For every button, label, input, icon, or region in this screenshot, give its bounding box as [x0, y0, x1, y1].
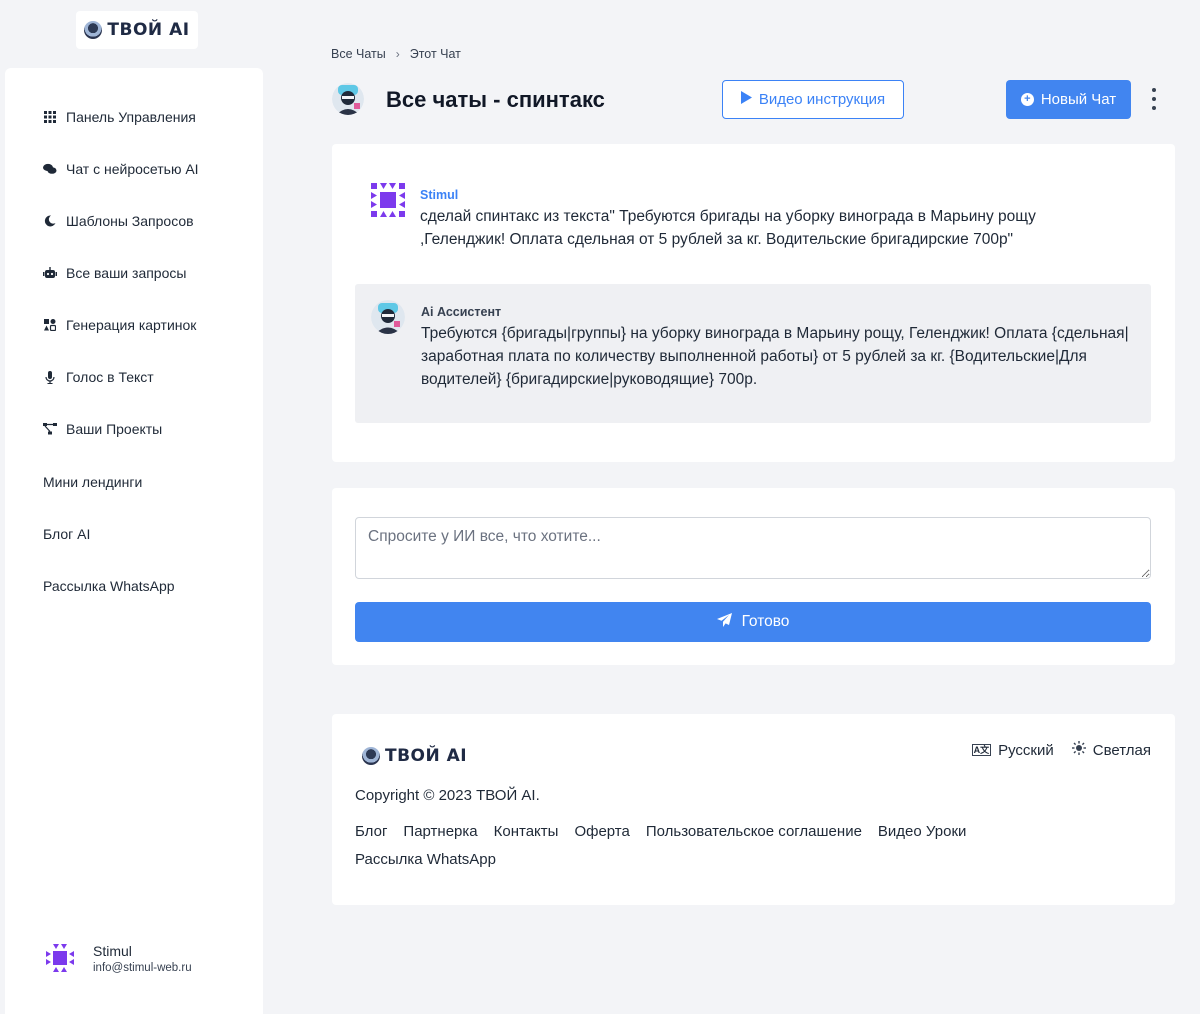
submit-button[interactable]: Готово — [355, 602, 1151, 642]
robot-icon — [43, 266, 57, 280]
language-icon: A文 — [971, 744, 992, 756]
sidebar-item-label: Чат с нейросетью AI — [66, 161, 199, 177]
footer-links: Блог Партнерка Контакты Оферта Пользоват… — [355, 823, 1055, 868]
avatar — [43, 941, 77, 975]
page-title: Все чаты - спинтакс — [386, 87, 605, 112]
sun-icon — [1071, 741, 1086, 759]
project-diagram-icon — [43, 422, 57, 436]
sidebar-item-templates[interactable]: Шаблоны Запросов — [43, 213, 194, 229]
breadcrumb-parent[interactable]: Все Чаты — [331, 47, 386, 61]
footer: ТВОЙ AI A文 Русский Светлая Copyright © 2… — [332, 714, 1175, 905]
sidebar-item-label: Панель Управления — [66, 109, 196, 125]
brand-logo[interactable]: ТВОЙ AI — [76, 11, 198, 49]
moon-icon — [43, 214, 57, 228]
sidebar-item-blog[interactable]: Блог AI — [43, 526, 90, 542]
video-instruction-button[interactable]: Видео инструкция — [722, 80, 904, 119]
play-icon — [740, 91, 752, 108]
sidebar-item-voice-to-text[interactable]: Голос в Текст — [43, 369, 154, 385]
new-chat-button[interactable]: + Новый Чат — [1006, 80, 1131, 119]
sidebar-item-image-generation[interactable]: Генерация картинок — [43, 317, 196, 333]
footer-link-blog[interactable]: Блог — [355, 823, 387, 840]
footer-logo[interactable]: ТВОЙ AI — [362, 746, 467, 766]
language-label: Русский — [998, 741, 1054, 759]
chevron-right-icon: › — [395, 47, 400, 61]
plus-circle-icon: + — [1020, 93, 1034, 106]
sidebar-item-dashboard[interactable]: Панель Управления — [43, 109, 196, 125]
footer-settings: A文 Русский Светлая — [971, 741, 1151, 759]
message-author: Stimul — [420, 188, 459, 202]
logo-text: ТВОЙ AI — [107, 20, 190, 40]
sidebar-item-projects[interactable]: Ваши Проекты — [43, 421, 162, 437]
user-name: Stimul — [93, 942, 132, 959]
prompt-input[interactable] — [355, 517, 1151, 579]
message-text: Требуются {бригады|группы} на уборку вин… — [421, 325, 1129, 388]
footer-link-whatsapp[interactable]: Рассылка WhatsApp — [355, 851, 496, 868]
microphone-icon — [43, 370, 57, 384]
footer-link-offer[interactable]: Оферта — [574, 823, 629, 840]
sidebar-item-label: Блог AI — [43, 526, 91, 542]
shapes-icon — [43, 318, 57, 332]
sidebar-item-label: Все ваши запросы — [66, 265, 187, 281]
user-email: info@stimul-web.ru — [93, 961, 192, 974]
theme-toggle[interactable]: Светлая — [1071, 741, 1151, 759]
new-chat-label: Новый Чат — [1040, 91, 1117, 108]
sidebar: Панель Управления Чат с нейросетью AI Ша… — [5, 68, 263, 1014]
footer-link-user-agreement[interactable]: Пользовательское соглашение — [646, 823, 862, 840]
logo-text: ТВОЙ AI — [385, 746, 468, 766]
sidebar-item-label: Генерация картинок — [66, 317, 197, 333]
breadcrumb: Все Чаты › Этот Чат — [331, 47, 461, 61]
ai-avatar — [371, 300, 405, 334]
logo-mark-icon — [84, 21, 103, 39]
footer-link-video-lessons[interactable]: Видео Уроки — [878, 823, 966, 840]
message-text: сделай спинтакс из текста" Требуются бри… — [420, 208, 1036, 248]
user-message-avatar — [370, 182, 406, 218]
chat-avatar — [332, 83, 364, 115]
theme-label: Светлая — [1092, 741, 1151, 759]
logo-mark-icon — [362, 747, 380, 765]
copyright: Copyright © 2023 ТВОЙ AI. — [355, 787, 540, 804]
footer-link-contacts[interactable]: Контакты — [494, 823, 559, 840]
message-user: Stimul сделай спинтакс из текста" Требую… — [370, 182, 1100, 251]
chat-messages: Stimul сделай спинтакс из текста" Требую… — [332, 144, 1175, 462]
sidebar-item-mini-landings[interactable]: Мини лендинги — [43, 474, 142, 490]
sidebar-item-whatsapp[interactable]: Рассылка WhatsApp — [43, 578, 175, 594]
sidebar-item-label: Рассылка WhatsApp — [43, 578, 175, 594]
message-author: Ai Ассистент — [421, 305, 502, 319]
comments-icon — [43, 162, 57, 176]
submit-label: Готово — [741, 613, 790, 630]
sidebar-item-requests[interactable]: Все ваши запросы — [43, 265, 186, 281]
grid-icon — [43, 110, 57, 124]
message-ai: Ai Ассистент Требуются {бригады|группы} … — [355, 284, 1151, 423]
language-selector[interactable]: A文 Русский — [971, 741, 1054, 759]
sidebar-item-label: Шаблоны Запросов — [66, 213, 194, 229]
sidebar-item-label: Голос в Текст — [66, 369, 154, 385]
breadcrumb-current: Этот Чат — [409, 47, 461, 61]
user-profile[interactable]: Stimul info@stimul-web.ru — [43, 941, 192, 975]
video-instruction-label: Видео инструкция — [758, 91, 886, 108]
prompt-form: Готово — [332, 488, 1175, 665]
more-options-icon[interactable] — [1148, 88, 1160, 110]
footer-link-partners[interactable]: Партнерка — [403, 823, 477, 840]
paper-plane-icon — [716, 612, 732, 632]
sidebar-item-ai-chat[interactable]: Чат с нейросетью AI — [43, 161, 199, 177]
sidebar-item-label: Мини лендинги — [43, 474, 143, 490]
sidebar-item-label: Ваши Проекты — [66, 421, 163, 437]
